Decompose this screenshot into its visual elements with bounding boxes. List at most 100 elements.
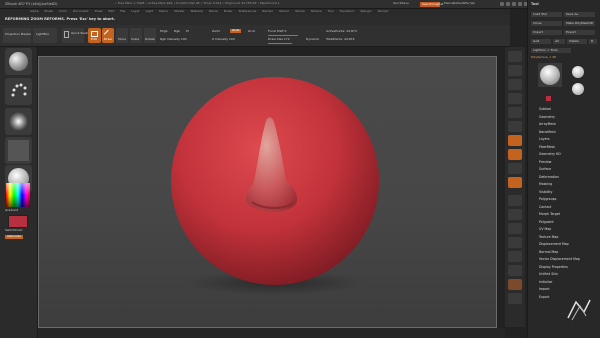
edit-button[interactable]: Edit: [88, 28, 101, 43]
tool-subpalette-initialize[interactable]: Initialize: [539, 280, 552, 284]
canvas-viewport[interactable]: [38, 56, 497, 328]
rotate-view-button[interactable]: [508, 237, 522, 248]
mrgb-button[interactable]: Mrgb: [160, 29, 168, 34]
tool-subpalette-uv-map[interactable]: UV Map: [539, 227, 551, 231]
draw-button[interactable]: Draw: [102, 28, 114, 43]
sphere-tool-2-icon[interactable]: [572, 83, 584, 95]
tool-subpalette-vector-displacement-map[interactable]: Vector Displacement Map: [539, 257, 580, 261]
move-view-button[interactable]: [508, 209, 522, 220]
zoom-view-button[interactable]: [508, 223, 522, 234]
tool-subpalette-nanomesh[interactable]: NanoMesh: [539, 130, 556, 134]
tool-subpalette-visibility[interactable]: Visibility: [539, 190, 552, 194]
z-intensity-slider[interactable]: Z Intensity 100: [212, 37, 235, 42]
menu-item-alpha[interactable]: Alpha: [30, 9, 39, 14]
frame-button[interactable]: [508, 195, 522, 206]
alpha-thumbnail[interactable]: [5, 108, 32, 135]
menu-item-stencil[interactable]: Stencil: [279, 9, 289, 14]
projection-master-button[interactable]: Projection Master: [3, 28, 31, 43]
menu-item-edit[interactable]: Edit: [108, 9, 114, 14]
minimize-icon[interactable]: [512, 1, 516, 6]
local-button[interactable]: [508, 163, 522, 174]
tool-subpalette-polypaint[interactable]: Polypaint: [539, 220, 554, 224]
tool-subpalette-polygroups[interactable]: Polygroups: [539, 197, 556, 201]
default-zscript-button[interactable]: DefaultZScript: [453, 1, 475, 6]
tool-subpalette-normal-map[interactable]: Normal Map: [539, 250, 558, 254]
polyframe-button[interactable]: [508, 251, 522, 262]
zcut-button[interactable]: Zcut: [248, 29, 255, 34]
m-button[interactable]: M: [186, 29, 189, 34]
tool-subpalette-geometry[interactable]: Geometry: [539, 115, 555, 119]
tool-subpalette-deformation[interactable]: Deformation: [539, 175, 559, 179]
menu-item-transform[interactable]: Transform: [340, 9, 355, 14]
tool-subpalette-preview[interactable]: Preview: [539, 160, 551, 164]
save-as-button[interactable]: Save As: [564, 12, 595, 17]
menu-item-document[interactable]: Document: [73, 9, 89, 14]
standard-brush-thumbnail[interactable]: [5, 48, 32, 75]
scale-button[interactable]: Scale: [130, 28, 142, 43]
transp-button[interactable]: [508, 265, 522, 276]
maximize-icon[interactable]: [518, 1, 522, 6]
tool-subpalette-contact[interactable]: Contact: [539, 205, 551, 209]
menu-item-preferences[interactable]: Preferences: [239, 9, 257, 14]
tool-subpalette-arraymesh[interactable]: ArrayMesh: [539, 122, 556, 126]
tool-subpalette-export[interactable]: Export: [539, 295, 549, 299]
alternate-button[interactable]: Alternate: [5, 234, 23, 239]
menu-item-brush[interactable]: Brush: [45, 9, 54, 14]
zsub-button[interactable]: Zsub: [230, 28, 242, 33]
tool-subpalette-import[interactable]: Import: [539, 287, 550, 291]
tool-subpalette-morph-target[interactable]: Morph Target: [539, 212, 560, 216]
draw-size-slider[interactable]: Draw Size 172: [268, 37, 290, 42]
quick-sketch-button[interactable]: Quick Sketch: [62, 28, 91, 43]
menu-item-zplugin[interactable]: Zplugin: [360, 9, 371, 14]
tool-subpalette-displacement-map[interactable]: Displacement Map: [539, 242, 569, 246]
switch-color-button[interactable]: SwitchColor: [5, 228, 23, 233]
menu-item-zscript[interactable]: Zscript: [378, 9, 388, 14]
color-picker[interactable]: [6, 183, 30, 207]
main-color-swatch[interactable]: [8, 215, 28, 228]
aahalf-button[interactable]: [508, 121, 522, 132]
import-button[interactable]: Import: [531, 30, 562, 35]
menu-item-material[interactable]: Material: [191, 9, 203, 14]
visible-button[interactable]: Visible: [567, 39, 587, 44]
tool-subpalette-layers[interactable]: Layers: [539, 137, 550, 141]
rotate-button[interactable]: Rotate: [144, 28, 156, 43]
zadd-button[interactable]: Zadd: [212, 29, 220, 34]
load-tool-button[interactable]: Load Tool: [531, 12, 562, 17]
goz-button[interactable]: GoZ: [531, 39, 551, 44]
lightbox-button[interactable]: LightBox: [33, 28, 57, 43]
tool-thumbnail[interactable]: [538, 63, 562, 87]
menu-item-macro[interactable]: Macro: [159, 9, 168, 14]
scroll-button[interactable]: [508, 79, 522, 90]
spix-button[interactable]: [508, 65, 522, 76]
tool-subpalette-geometry-hd[interactable]: Geometry HD: [539, 152, 561, 156]
tool-subpalette-texture-map[interactable]: Texture Map: [539, 235, 558, 239]
menu-item-texture[interactable]: Texture: [311, 9, 322, 14]
lightbox-tools-button[interactable]: Lightbox > Tools: [531, 48, 571, 53]
tool-subpalette-surface[interactable]: Surface: [539, 167, 551, 171]
tool-subpalette-subtool[interactable]: Subtool: [539, 107, 551, 111]
layout-icon[interactable]: [506, 1, 510, 6]
menu-item-render[interactable]: Render: [262, 9, 273, 14]
stroke-thumbnail[interactable]: [5, 78, 32, 105]
all-button[interactable]: All: [553, 39, 565, 44]
export-button[interactable]: Export: [564, 30, 595, 35]
tool-subpalette-unified-skin[interactable]: Unified Skin: [539, 272, 558, 276]
persp-button[interactable]: [508, 135, 522, 146]
r-button[interactable]: R: [589, 39, 597, 44]
move-button[interactable]: Move: [116, 28, 128, 43]
tool-subpalette-fibermesh[interactable]: FiberMesh: [539, 145, 555, 149]
actual-size-button[interactable]: [508, 107, 522, 118]
sphere-tool-icon[interactable]: [572, 66, 584, 78]
menu-item-draw[interactable]: Draw: [95, 9, 103, 14]
menu-item-light[interactable]: Light: [146, 9, 154, 14]
menu-item-stroke[interactable]: Stroke: [295, 9, 305, 14]
menu-item-picker[interactable]: Picker: [224, 9, 233, 14]
xpose-button[interactable]: [508, 293, 522, 304]
bpr-render-button[interactable]: [508, 51, 522, 62]
dynamic-button[interactable]: Dynamic: [306, 37, 319, 42]
rgb-intensity-slider[interactable]: Rgb Intensity 100: [160, 37, 187, 42]
quicksave-button[interactable]: QuickSave: [393, 1, 409, 6]
tool-subpalette-masking[interactable]: Masking: [539, 182, 552, 186]
menu-item-file[interactable]: File: [120, 9, 125, 14]
menu-item-layer[interactable]: Layer: [131, 9, 139, 14]
